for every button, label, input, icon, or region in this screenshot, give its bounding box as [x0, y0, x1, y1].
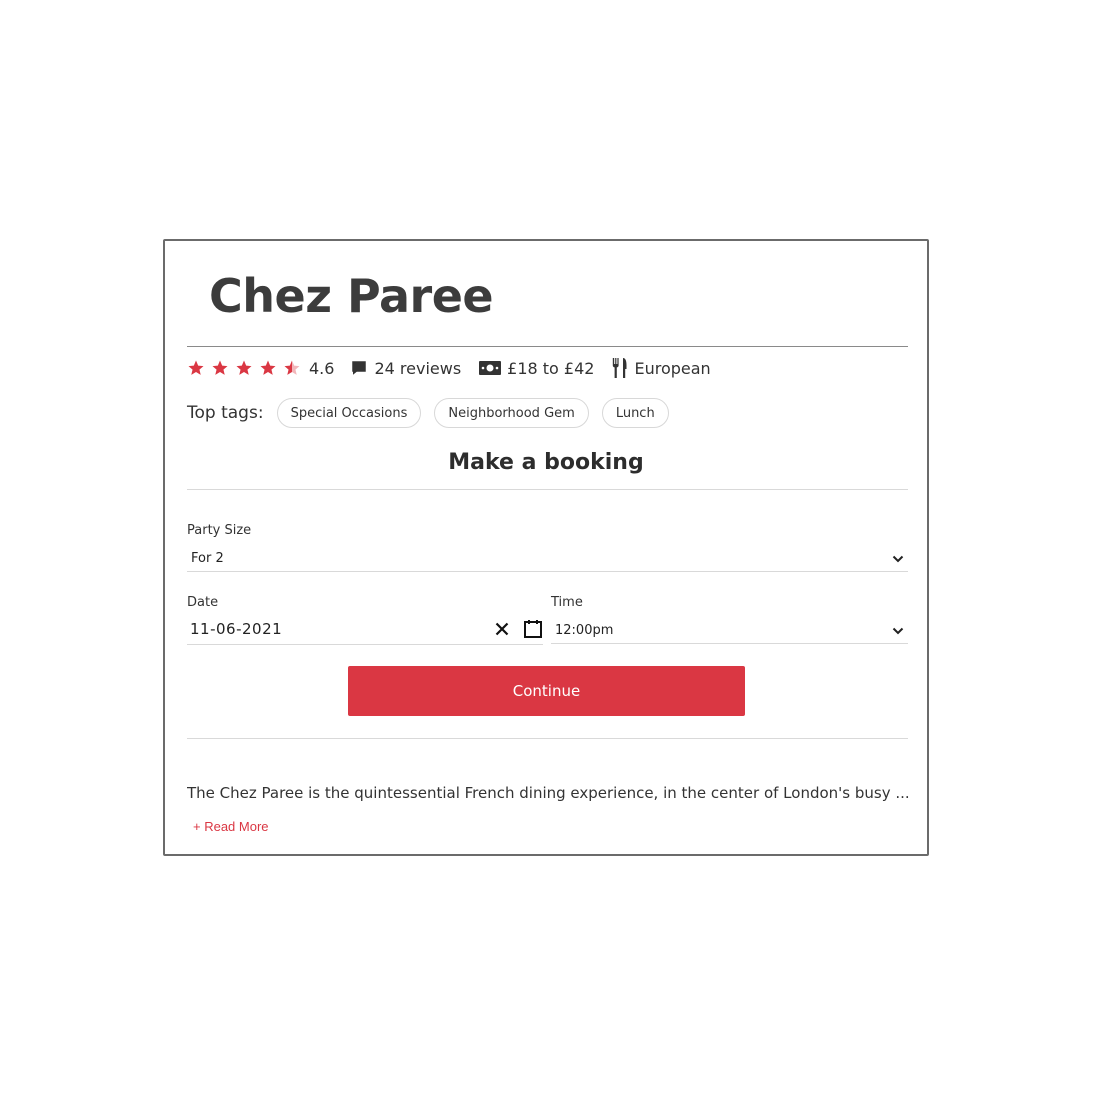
top-tags: Top tags: Special Occasions Neighborhood…	[187, 397, 682, 429]
party-size-value: For 2	[191, 551, 224, 566]
time-label: Time	[551, 595, 583, 610]
description-divider	[187, 738, 908, 739]
chevron-down-icon	[892, 627, 904, 634]
star-icon	[236, 360, 252, 375]
calendar-icon[interactable]	[523, 619, 543, 639]
booking-divider	[187, 489, 908, 490]
close-icon[interactable]	[495, 622, 509, 636]
reviews-label: 24 reviews	[374, 358, 462, 378]
restaurant-name: Chez Paree	[209, 269, 494, 323]
date-input[interactable]: 11-06-2021	[187, 613, 543, 645]
date-value: 11-06-2021	[190, 619, 283, 638]
read-more-link[interactable]: + Read More	[193, 819, 269, 834]
star-icon	[212, 360, 228, 375]
restaurant-card: Chez Paree 4.6 24 reviews £18 to £42 Eur…	[163, 239, 929, 856]
price-label: £18 to £42	[507, 358, 595, 378]
fork-knife-icon	[613, 358, 627, 378]
tag-special-occasions[interactable]: Special Occasions	[276, 398, 422, 428]
booking-title: Make a booking	[448, 450, 644, 475]
rating-value: 4.6	[309, 358, 335, 378]
time-select[interactable]: 12:00pm	[551, 618, 908, 644]
date-label: Date	[187, 595, 219, 610]
star-icon	[188, 360, 204, 375]
party-size-select[interactable]: For 2	[187, 546, 908, 572]
star-half-icon	[284, 360, 300, 375]
price-range: £18 to £42	[479, 359, 594, 378]
title-divider	[187, 346, 908, 347]
party-size-label: Party Size	[187, 523, 252, 538]
star-icon	[260, 360, 276, 375]
money-icon	[479, 361, 502, 375]
cuisine: European	[612, 358, 711, 378]
reviews-count[interactable]: 24 reviews	[350, 359, 461, 378]
chevron-down-icon	[892, 555, 904, 562]
tag-neighborhood-gem[interactable]: Neighborhood Gem	[434, 398, 589, 428]
restaurant-description: The Chez Paree is the quintessential Fre…	[187, 784, 910, 802]
restaurant-meta: 4.6 24 reviews £18 to £42 European	[187, 353, 729, 383]
time-value: 12:00pm	[555, 623, 614, 638]
star-rating	[187, 359, 307, 377]
continue-button[interactable]: Continue	[348, 666, 745, 716]
tag-lunch[interactable]: Lunch	[601, 398, 669, 428]
top-tags-label: Top tags:	[187, 403, 264, 423]
cuisine-label: European	[634, 358, 711, 378]
comment-icon	[352, 361, 367, 375]
date-actions	[481, 619, 543, 639]
